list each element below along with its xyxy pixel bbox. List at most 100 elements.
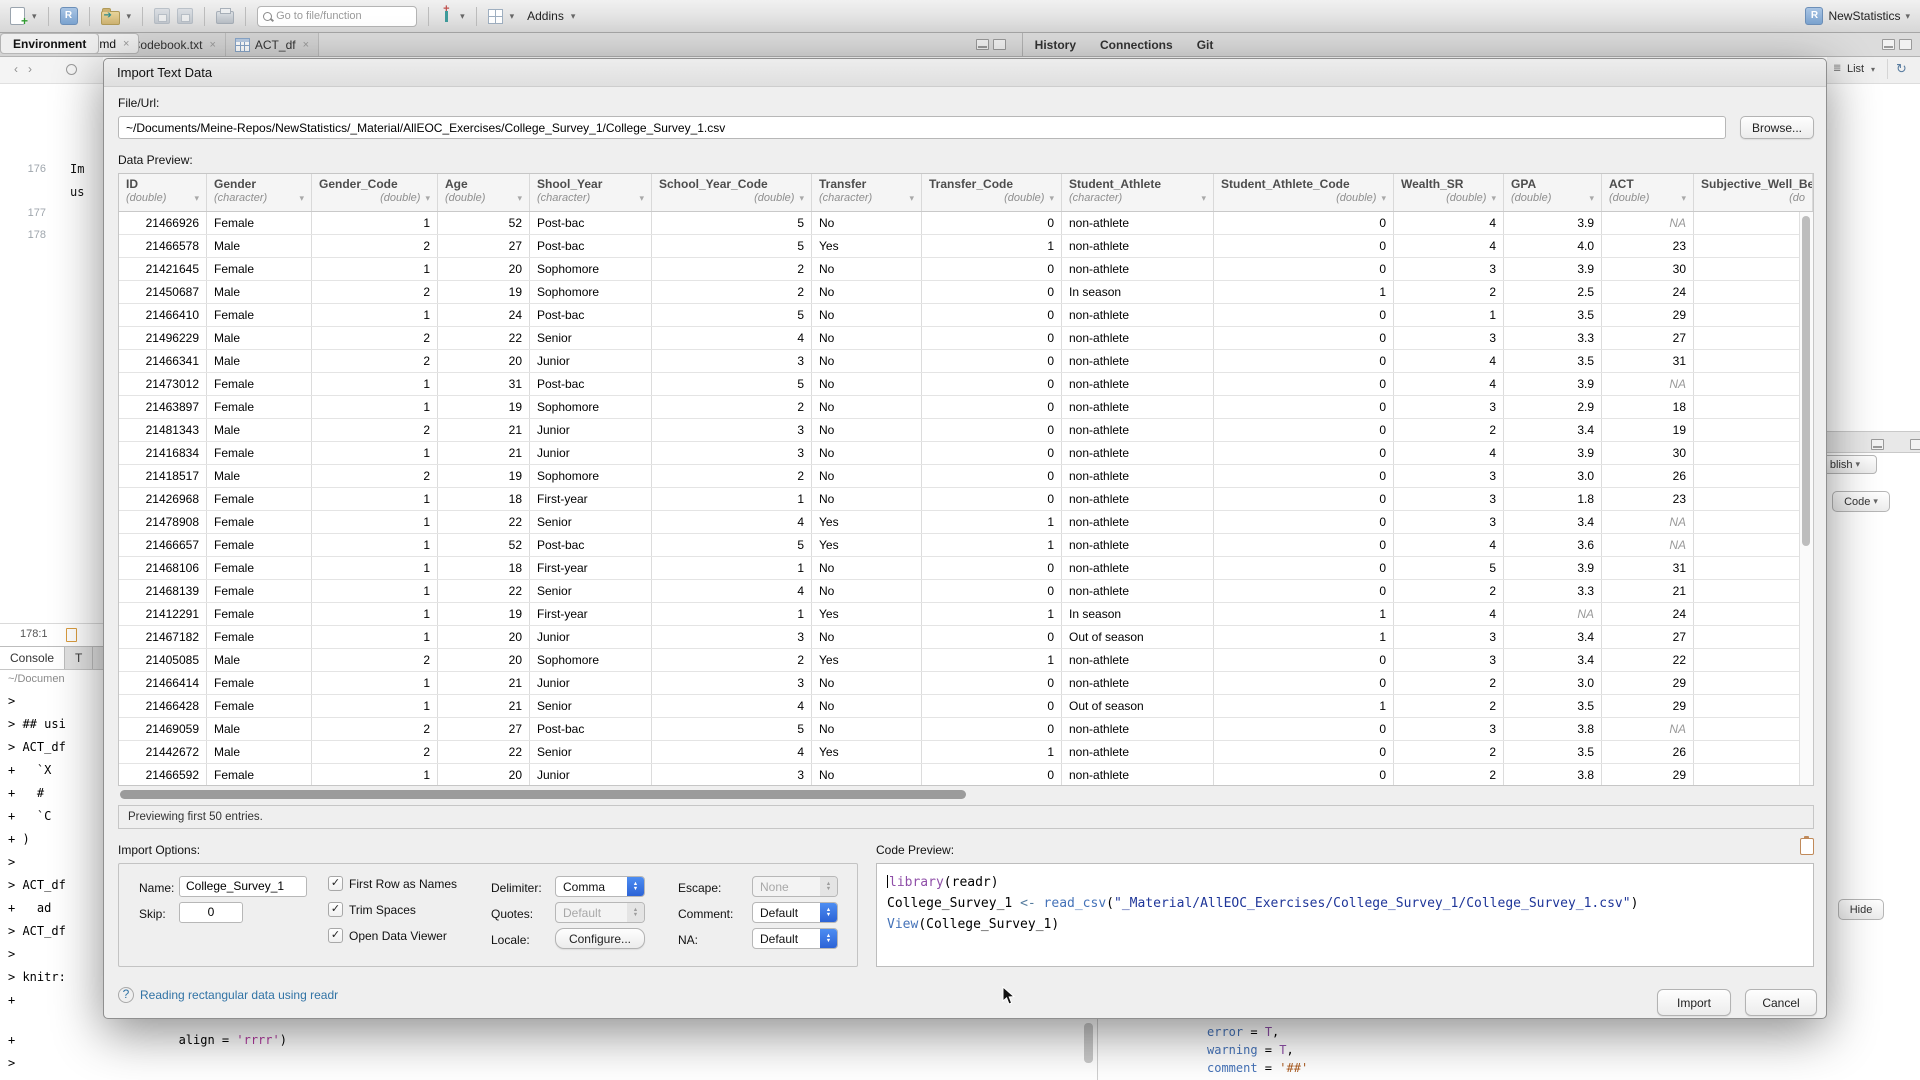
minimize-pane-icon[interactable]: [976, 39, 989, 50]
filter-icon[interactable]: ▾: [299, 193, 304, 204]
column-header[interactable]: Transfer_Code(double)▾: [922, 174, 1062, 211]
publish-button-fragment[interactable]: blish▾: [1827, 455, 1877, 474]
maximize-pane-icon[interactable]: [993, 39, 1006, 50]
back-icon[interactable]: ‹: [14, 62, 18, 76]
table-cell: 20: [438, 350, 530, 372]
filter-icon[interactable]: ▾: [909, 193, 914, 204]
tab-connections[interactable]: Connections: [1088, 33, 1185, 56]
new-file-dropdown-icon[interactable]: ▾: [32, 11, 37, 22]
new-file-icon[interactable]: [10, 7, 25, 25]
hide-button[interactable]: Hide: [1838, 899, 1884, 920]
minimize-pane-icon[interactable]: [1882, 39, 1895, 50]
horizontal-scrollbar-thumb[interactable]: [120, 790, 966, 799]
readr-help-link[interactable]: ? Reading rectangular data using readr: [118, 987, 338, 1003]
column-header[interactable]: Age(double)▾: [438, 174, 530, 211]
close-icon[interactable]: ×: [123, 38, 129, 50]
vertical-scrollbar-thumb[interactable]: [1802, 216, 1810, 546]
table-cell: 5: [652, 212, 812, 234]
filter-icon[interactable]: ▾: [1381, 193, 1386, 204]
column-header[interactable]: Student_Athlete_Code(double)▾: [1214, 174, 1394, 211]
tab-history[interactable]: History: [1023, 33, 1088, 56]
goto-file-search[interactable]: Go to file/function: [257, 6, 417, 27]
filter-icon[interactable]: ▾: [194, 193, 199, 204]
filter-icon[interactable]: ▾: [517, 193, 522, 204]
table-cell: No: [812, 695, 922, 717]
pane-layout-dropdown-icon[interactable]: ▾: [510, 11, 515, 22]
table-cell: Yes: [812, 649, 922, 671]
column-header[interactable]: ACT(double)▾: [1602, 174, 1694, 211]
vertical-scrollbar[interactable]: [1799, 212, 1813, 785]
tab-terminal-fragment[interactable]: T: [65, 647, 93, 669]
filter-icon[interactable]: ▾: [1201, 193, 1206, 204]
new-project-icon[interactable]: R: [60, 7, 78, 25]
workspace-tool-icon[interactable]: [440, 9, 453, 23]
column-header[interactable]: Shool_Year(character)▾: [530, 174, 652, 211]
table-cell: 5: [1394, 557, 1504, 579]
tab-environment[interactable]: Environment: [0, 33, 99, 54]
save-icon[interactable]: [154, 8, 170, 24]
browse-button[interactable]: Browse...: [1740, 116, 1814, 139]
open-data-viewer-checkbox[interactable]: ✓ Open Data Viewer: [328, 928, 447, 943]
filter-icon[interactable]: ▾: [1491, 193, 1496, 204]
first-row-as-names-checkbox[interactable]: ✓ First Row as Names: [328, 876, 457, 891]
refresh-icon[interactable]: ↻: [1896, 61, 1907, 77]
cursor-position: 178:1: [20, 628, 48, 640]
column-header[interactable]: Transfer(character)▾: [812, 174, 922, 211]
workspace-tool-dropdown-icon[interactable]: ▾: [460, 11, 465, 22]
column-header[interactable]: Wealth_SR(double)▾: [1394, 174, 1504, 211]
name-input[interactable]: College_Survey_1: [179, 876, 307, 897]
tab-act-df[interactable]: ACT_df ×: [226, 33, 319, 56]
column-header[interactable]: Gender(character)▾: [207, 174, 312, 211]
save-all-icon[interactable]: [177, 8, 193, 24]
trim-spaces-checkbox[interactable]: ✓ Trim Spaces: [328, 902, 416, 917]
maximize-pane-icon[interactable]: [1910, 439, 1920, 450]
tab-console[interactable]: Console: [0, 647, 65, 669]
file-url-input[interactable]: ~/Documents/Meine-Repos/NewStatistics/_M…: [118, 116, 1726, 139]
console-prompt[interactable]: >: [8, 1052, 22, 1075]
table-cell: 31: [1602, 557, 1694, 579]
tab-git[interactable]: Git: [1185, 33, 1226, 56]
print-icon[interactable]: [216, 11, 234, 24]
column-header[interactable]: Student_Athlete(character)▾: [1062, 174, 1214, 211]
copy-code-icon[interactable]: [1800, 838, 1814, 855]
addins-menu[interactable]: Addins: [527, 9, 564, 23]
column-header[interactable]: GPA(double)▾: [1504, 174, 1602, 211]
import-button[interactable]: Import: [1657, 989, 1731, 1016]
code-preview-box[interactable]: library(readr)College_Survey_1 <- read_c…: [876, 863, 1814, 967]
na-select[interactable]: Default ▲▼: [752, 928, 838, 949]
column-header[interactable]: School_Year_Code(double)▾: [652, 174, 812, 211]
addins-dropdown-icon[interactable]: ▾: [571, 11, 576, 22]
close-icon[interactable]: ×: [209, 39, 215, 51]
list-dropdown-icon[interactable]: ▾: [1871, 65, 1875, 74]
open-file-dropdown-icon[interactable]: ▾: [127, 11, 132, 22]
table-cell: No: [812, 373, 922, 395]
table-cell: [1694, 649, 1813, 671]
project-menu[interactable]: R NewStatistics ▾: [1805, 7, 1910, 25]
delimiter-select[interactable]: Comma ▲▼: [555, 876, 645, 897]
document-outline-icon[interactable]: [66, 628, 77, 642]
configure-locale-button[interactable]: Configure...: [555, 928, 645, 949]
close-icon[interactable]: ×: [303, 39, 309, 51]
table-cell: 3: [1394, 258, 1504, 280]
filter-icon[interactable]: ▾: [799, 193, 804, 204]
popout-icon[interactable]: [66, 64, 77, 75]
filter-icon[interactable]: ▾: [639, 193, 644, 204]
list-view-label[interactable]: List: [1847, 63, 1864, 75]
column-header[interactable]: Subjective_Well_Being(do: [1694, 174, 1813, 211]
maximize-pane-icon[interactable]: [1899, 39, 1912, 50]
filter-icon[interactable]: ▾: [425, 193, 430, 204]
pane-layout-icon[interactable]: [488, 9, 503, 24]
filter-icon[interactable]: ▾: [1049, 193, 1054, 204]
filter-icon[interactable]: ▾: [1589, 193, 1594, 204]
cancel-button[interactable]: Cancel: [1745, 989, 1817, 1016]
forward-icon[interactable]: ›: [28, 62, 32, 76]
column-header[interactable]: Gender_Code(double)▾: [312, 174, 438, 211]
column-header[interactable]: ID(double)▾: [119, 174, 207, 211]
comment-select[interactable]: Default ▲▼: [752, 902, 838, 923]
console-scrollbar[interactable]: [1084, 1023, 1093, 1063]
open-file-icon[interactable]: [101, 11, 120, 25]
skip-input[interactable]: 0: [179, 902, 243, 923]
minimize-pane-icon[interactable]: [1871, 439, 1884, 450]
filter-icon[interactable]: ▾: [1681, 193, 1686, 204]
code-menu-button[interactable]: Code▾: [1832, 491, 1890, 512]
